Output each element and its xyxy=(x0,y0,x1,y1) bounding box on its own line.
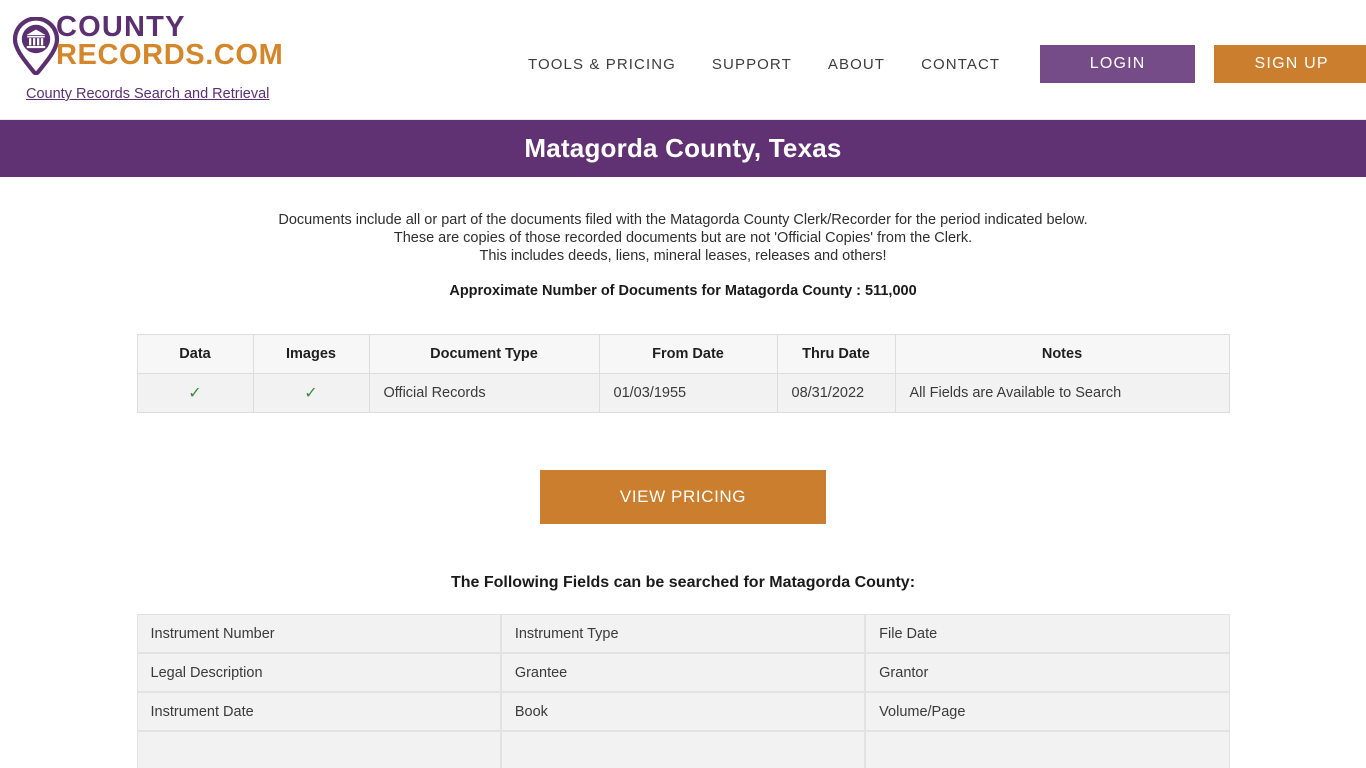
coverage-table-container: Data Images Document Type From Date Thru… xyxy=(136,334,1230,413)
cell-notes: All Fields are Available to Search xyxy=(894,373,1230,413)
searchable-fields-table-body: Instrument Number Instrument Type File D… xyxy=(136,614,1230,768)
table-row: Instrument Number Instrument Type File D… xyxy=(136,614,1230,653)
column-header-data: Data xyxy=(136,334,254,374)
searchable-fields-heading: The Following Fields can be searched for… xyxy=(450,574,916,591)
intro-line-2: These are copies of those recorded docum… xyxy=(393,230,973,246)
main-content: Documents include all or part of the doc… xyxy=(0,177,1366,768)
table-row: ✓ ✓ Official Records 01/03/1955 08/31/20… xyxy=(136,373,1230,413)
nav-link-support[interactable]: SUPPORT xyxy=(694,56,810,73)
login-button[interactable]: LOGIN xyxy=(1040,45,1196,83)
logo-text-county: COUNTY xyxy=(56,11,186,43)
courthouse-map-pin-icon xyxy=(12,16,60,76)
column-header-images: Images xyxy=(252,334,370,374)
county-banner: Matagorda County, Texas xyxy=(0,120,1366,177)
nav-link-contact[interactable]: CONTACT xyxy=(903,56,1018,73)
coverage-table-body: ✓ ✓ Official Records 01/03/1955 08/31/20… xyxy=(136,373,1230,413)
cell-images-check: ✓ xyxy=(252,373,370,413)
coverage-table-head: Data Images Document Type From Date Thru… xyxy=(136,334,1230,374)
coverage-header-row: Data Images Document Type From Date Thru… xyxy=(136,334,1230,374)
field-cell: Volume/Page xyxy=(865,692,1230,731)
logo-text-records-com: RECORDS.COM xyxy=(56,38,284,71)
field-cell xyxy=(500,731,866,768)
document-count-text: Approximate Number of Documents for Mata… xyxy=(449,283,917,299)
cell-thru-date: 08/31/2022 xyxy=(776,373,896,413)
site-header: COUNTY RECORDS.COM County Records Search… xyxy=(0,0,1366,120)
column-header-document-type: Document Type xyxy=(368,334,600,374)
cell-document-type: Official Records xyxy=(368,373,600,413)
signup-button[interactable]: SIGN UP xyxy=(1214,45,1366,83)
cell-data-check: ✓ xyxy=(136,373,254,413)
pricing-button-row: VIEW PRICING xyxy=(0,470,1366,524)
site-logo[interactable]: COUNTY RECORDS.COM County Records Search… xyxy=(10,11,310,102)
page-title: Matagorda County, Texas xyxy=(524,133,842,163)
field-cell: Grantor xyxy=(865,653,1230,692)
searchable-fields-table-container: Instrument Number Instrument Type File D… xyxy=(136,614,1230,768)
field-cell: Instrument Type xyxy=(500,614,866,653)
field-cell: Instrument Number xyxy=(136,614,501,653)
check-icon: ✓ xyxy=(188,385,202,402)
field-cell xyxy=(136,731,501,768)
column-header-from-date: From Date xyxy=(598,334,778,374)
column-header-notes: Notes xyxy=(894,334,1230,374)
cell-from-date: 01/03/1955 xyxy=(598,373,778,413)
nav-link-about[interactable]: ABOUT xyxy=(810,56,903,73)
field-cell: Book xyxy=(500,692,866,731)
coverage-table: Data Images Document Type From Date Thru… xyxy=(136,334,1230,413)
field-cell: Legal Description xyxy=(136,653,501,692)
view-pricing-button[interactable]: VIEW PRICING xyxy=(540,470,826,524)
field-cell xyxy=(865,731,1230,768)
field-cell: Instrument Date xyxy=(136,692,501,731)
table-row: Instrument Date Book Volume/Page xyxy=(136,692,1230,731)
check-icon: ✓ xyxy=(304,385,318,402)
searchable-fields-table: Instrument Number Instrument Type File D… xyxy=(136,614,1230,768)
column-header-thru-date: Thru Date xyxy=(776,334,896,374)
main-navigation: TOOLS & PRICING SUPPORT ABOUT CONTACT LO… xyxy=(510,45,1366,83)
logo-tagline-link[interactable]: County Records Search and Retrieval xyxy=(26,86,269,102)
table-row xyxy=(136,731,1230,768)
field-cell: Grantee xyxy=(500,653,866,692)
logo-wordmark: COUNTY RECORDS.COM xyxy=(56,11,284,71)
table-row: Legal Description Grantee Grantor xyxy=(136,653,1230,692)
nav-link-tools-pricing[interactable]: TOOLS & PRICING xyxy=(510,56,694,73)
field-cell: File Date xyxy=(865,614,1230,653)
intro-line-1: Documents include all or part of the doc… xyxy=(278,212,1088,228)
intro-line-3: This includes deeds, liens, mineral leas… xyxy=(479,248,887,264)
